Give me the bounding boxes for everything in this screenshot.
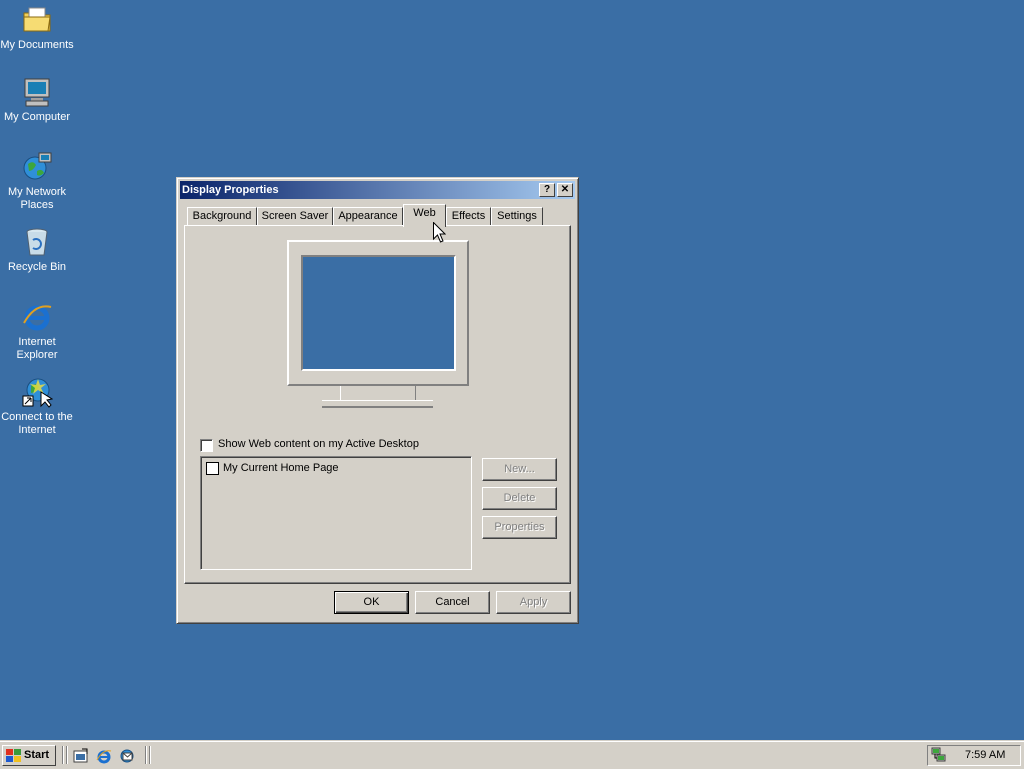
home-page-checkbox[interactable]	[206, 462, 219, 475]
desktop-icon-my-network-places[interactable]: My Network Places	[0, 151, 74, 212]
help-button[interactable]: ?	[539, 183, 555, 197]
mouse-cursor-icon	[433, 222, 446, 243]
monitor-stand-base	[322, 400, 433, 408]
preview-screen	[301, 255, 456, 371]
desktop-preview-monitor	[287, 240, 469, 390]
desktop-icon-my-documents[interactable]: My Documents	[0, 4, 74, 52]
list-item[interactable]: My Current Home Page	[205, 461, 445, 475]
button-label: Properties	[494, 521, 545, 533]
recycle-bin-icon	[21, 226, 53, 258]
tab-appearance[interactable]: Appearance	[333, 207, 403, 226]
properties-button[interactable]: Properties	[482, 516, 557, 539]
new-button[interactable]: New...	[482, 458, 557, 481]
button-label: New...	[504, 463, 535, 475]
desktop-icon-label: My Documents	[0, 39, 74, 51]
help-icon: ?	[543, 184, 551, 195]
button-label: Apply	[519, 596, 548, 608]
clock[interactable]: 7:59 AM	[965, 749, 1005, 761]
ok-button[interactable]: OK	[334, 591, 409, 614]
network-globe-icon	[21, 151, 53, 183]
tab-label: Effects	[451, 210, 486, 222]
desktop-icon-label: Connect to the Internet	[1, 411, 73, 436]
desktop-icon-label: Recycle Bin	[7, 261, 67, 273]
close-icon: ✕	[560, 184, 570, 195]
desktop-icon-label: My Network Places	[7, 186, 67, 211]
network-tray-icon[interactable]	[931, 747, 947, 763]
folder-documents-icon	[21, 4, 53, 36]
tab-label: Appearance	[338, 210, 398, 222]
internet-explorer-quicklaunch-icon[interactable]	[96, 748, 112, 764]
start-button[interactable]: Start	[2, 745, 56, 766]
apply-button[interactable]: Apply	[496, 591, 571, 614]
show-web-content-checkbox[interactable]	[200, 439, 213, 452]
close-button[interactable]: ✕	[557, 183, 573, 197]
delete-button[interactable]: Delete	[482, 487, 557, 510]
button-label: Cancel	[435, 596, 470, 608]
list-item-label: My Current Home Page	[223, 462, 339, 474]
start-label: Start	[24, 749, 50, 761]
tab-settings[interactable]: Settings	[491, 207, 543, 226]
show-desktop-icon[interactable]	[73, 748, 89, 764]
desktop-icon-internet-explorer[interactable]: Internet Explorer	[0, 301, 74, 362]
window-title: Display Properties	[182, 184, 279, 196]
desktop-icon-label: My Computer	[3, 111, 71, 123]
outlook-express-icon[interactable]	[119, 748, 135, 764]
show-web-content-label[interactable]: Show Web content on my Active Desktop	[218, 438, 419, 450]
desktop-icon-recycle-bin[interactable]: Recycle Bin	[0, 226, 74, 274]
tab-effects[interactable]: Effects	[446, 207, 491, 226]
button-label: Delete	[503, 492, 536, 504]
cancel-button[interactable]: Cancel	[415, 591, 490, 614]
title-bar[interactable]: Display Properties ? ✕	[180, 181, 575, 199]
monitor-stand-neck	[340, 386, 416, 400]
tab-background[interactable]: Background	[187, 207, 257, 226]
tab-screen-saver[interactable]: Screen Saver	[257, 207, 333, 226]
tab-label: Settings	[497, 210, 537, 222]
desktop-icon-connect-to-internet[interactable]: Connect to the Internet	[0, 376, 74, 437]
button-label: OK	[363, 596, 380, 608]
taskbar-separator	[62, 746, 64, 764]
taskbar-separator	[66, 746, 68, 764]
tab-label: Screen Saver	[261, 210, 329, 222]
web-items-list[interactable]: My Current Home Page	[200, 456, 472, 570]
tab-label: Web	[413, 207, 436, 219]
internet-explorer-icon	[21, 301, 53, 333]
taskbar-separator	[149, 746, 151, 764]
tab-label: Background	[192, 210, 252, 222]
windows-logo-icon	[6, 749, 22, 762]
system-tray: 7:59 AM	[927, 745, 1021, 766]
connect-wizard-icon	[21, 376, 54, 408]
taskbar: Start 7:59 AM	[0, 740, 1024, 769]
desktop-icon-label: Internet Explorer	[16, 336, 58, 361]
computer-icon	[21, 76, 53, 108]
taskbar-separator	[145, 746, 147, 764]
desktop-icon-my-computer[interactable]: My Computer	[0, 76, 74, 124]
